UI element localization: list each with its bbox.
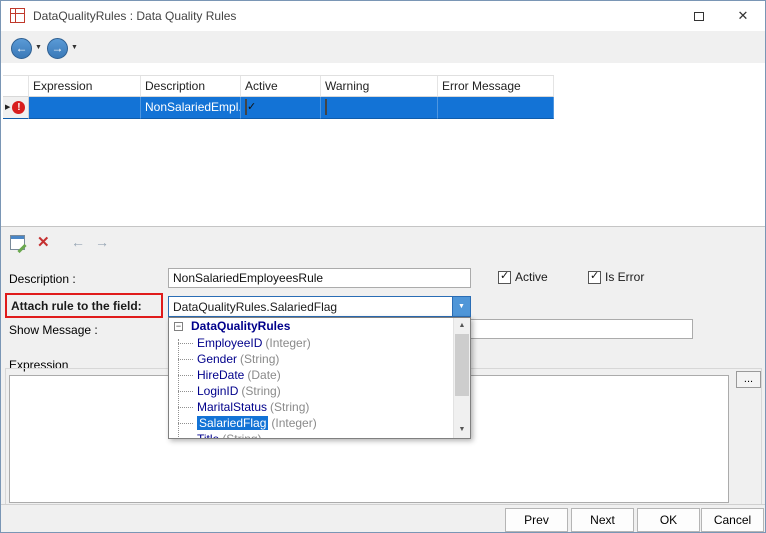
expression-editor-button[interactable]: ... [736,371,761,388]
description-label: Description : [9,272,76,286]
dropdown-scrollbar[interactable]: ▲ ▼ [453,318,470,438]
is-error-form-checkbox[interactable]: ✓ Is Error [588,270,644,284]
field-type: (Integer) [271,416,316,430]
warning-checkbox[interactable] [325,99,327,115]
titlebar[interactable]: DataQualityRules : Data Quality Rules ✕ [1,1,765,31]
previous-record-icon[interactable]: ← [71,234,85,250]
delete-rule-icon[interactable]: ✕ [37,233,50,251]
forward-button[interactable]: → [47,38,68,59]
field-type: (Integer) [265,336,310,350]
attach-field-value: DataQualityRules.SalariedFlag [173,300,337,314]
scrollbar-thumb[interactable] [455,334,469,396]
new-rule-icon[interactable] [10,235,25,250]
field-name: Gender [197,352,237,366]
list-item[interactable]: MaritalStatus(String) [169,399,453,415]
list-item-selected[interactable]: SalariedFlag(Integer) [169,415,453,431]
close-icon: ✕ [738,8,749,24]
active-checkbox[interactable]: ✓ [245,99,247,115]
checkbox-box: ✓ [498,271,511,284]
field-name: LoginID [197,384,238,398]
next-button[interactable]: Next [571,508,634,532]
attach-field-combobox[interactable]: DataQualityRules.SalariedFlag ▼ [168,296,471,317]
show-message-label: Show Message : [9,323,98,337]
field-name: Title [197,432,219,438]
check-icon: ✓ [500,269,509,282]
forward-arrow-icon: → [52,41,64,55]
header-description[interactable]: Description [141,76,241,97]
row-selector-cell[interactable]: ▶ ! [3,97,29,119]
attach-rule-label-highlight: Attach rule to the field: [5,293,163,318]
attach-rule-label: Attach rule to the field: [11,299,142,313]
list-item[interactable]: Gender(String) [169,351,453,367]
footer-bar: Prev Next OK Cancel [1,504,765,532]
field-name: MaritalStatus [197,400,267,414]
field-dropdown-popup: − DataQualityRules EmployeeID(Integer) G… [168,317,471,439]
nav-toolbar: ← ▼ → ▼ Editing: DataQualityRules ▼ [1,31,765,63]
next-record-icon[interactable]: → [95,234,109,250]
back-arrow-icon: ← [16,41,28,55]
caret-down-icon: ▼ [458,303,465,310]
list-item[interactable]: LoginID(String) [169,383,453,399]
check-icon: ✓ [590,269,599,282]
active-form-checkbox[interactable]: ✓ Active [498,270,548,284]
current-row-arrow-icon: ▶ [5,97,10,118]
field-name: SalariedFlag [197,416,268,430]
field-type: (Date) [247,368,280,382]
prev-button[interactable]: Prev [505,508,568,532]
tree-root-label: DataQualityRules [191,319,290,333]
cell-warning[interactable] [321,97,438,119]
header-expression[interactable]: Expression [29,76,141,97]
attach-dropdown-button[interactable]: ▼ [452,297,470,316]
field-name: EmployeeID [197,336,262,350]
table-row[interactable]: ▶ ! NonSalariedEmpl... ✓ [3,97,554,119]
is-error-checkbox-label: Is Error [605,270,644,284]
ok-button[interactable]: OK [637,508,700,532]
field-type: (String) [270,400,309,414]
grid-header-row: Expression Description Active Warning Er… [3,76,554,97]
tree-root-node[interactable]: − DataQualityRules [169,318,453,335]
scroll-down-icon[interactable]: ▼ [454,422,470,438]
field-type: (String) [240,352,279,366]
row-error-icon: ! [12,101,25,114]
active-checkbox-label: Active [515,270,548,284]
back-dropdown-caret-icon[interactable]: ▼ [35,44,42,51]
cell-expression[interactable] [29,97,141,119]
header-row-selector [3,76,29,97]
maximize-button[interactable] [677,1,721,31]
cell-description[interactable]: NonSalariedEmpl... [141,97,241,119]
cancel-button[interactable]: Cancel [701,508,764,532]
close-button[interactable]: ✕ [721,1,765,31]
field-type: (String) [222,432,261,438]
header-error-message[interactable]: Error Message [438,76,554,97]
cell-active[interactable]: ✓ [241,97,321,119]
header-warning[interactable]: Warning [321,76,438,97]
field-type: (String) [241,384,280,398]
checkbox-box: ✓ [588,271,601,284]
rules-grid: Expression Description Active Warning Er… [3,75,554,119]
dialog-window: DataQualityRules : Data Quality Rules ✕ … [0,0,766,533]
app-icon [10,8,25,23]
description-input[interactable] [168,268,471,288]
field-name: HireDate [197,368,244,382]
back-button[interactable]: ← [11,38,32,59]
scroll-up-icon[interactable]: ▲ [454,318,470,334]
rules-grid-region: Expression Description Active Warning Er… [1,63,765,226]
check-icon: ✓ [247,97,256,118]
collapse-icon[interactable]: − [174,322,183,331]
list-item[interactable]: EmployeeID(Integer) [169,335,453,351]
forward-dropdown-caret-icon[interactable]: ▼ [71,44,78,51]
cell-error-message[interactable] [438,97,554,119]
window-title: DataQualityRules : Data Quality Rules [33,1,236,31]
list-item[interactable]: HireDate(Date) [169,367,453,383]
rule-editor-panel: ✕ ← → Description : ✓ Active ✓ Is Error … [1,226,765,532]
field-tree: − DataQualityRules EmployeeID(Integer) G… [169,318,453,438]
list-item[interactable]: Title(String) [169,431,453,438]
header-active[interactable]: Active [241,76,321,97]
maximize-icon [694,12,704,21]
